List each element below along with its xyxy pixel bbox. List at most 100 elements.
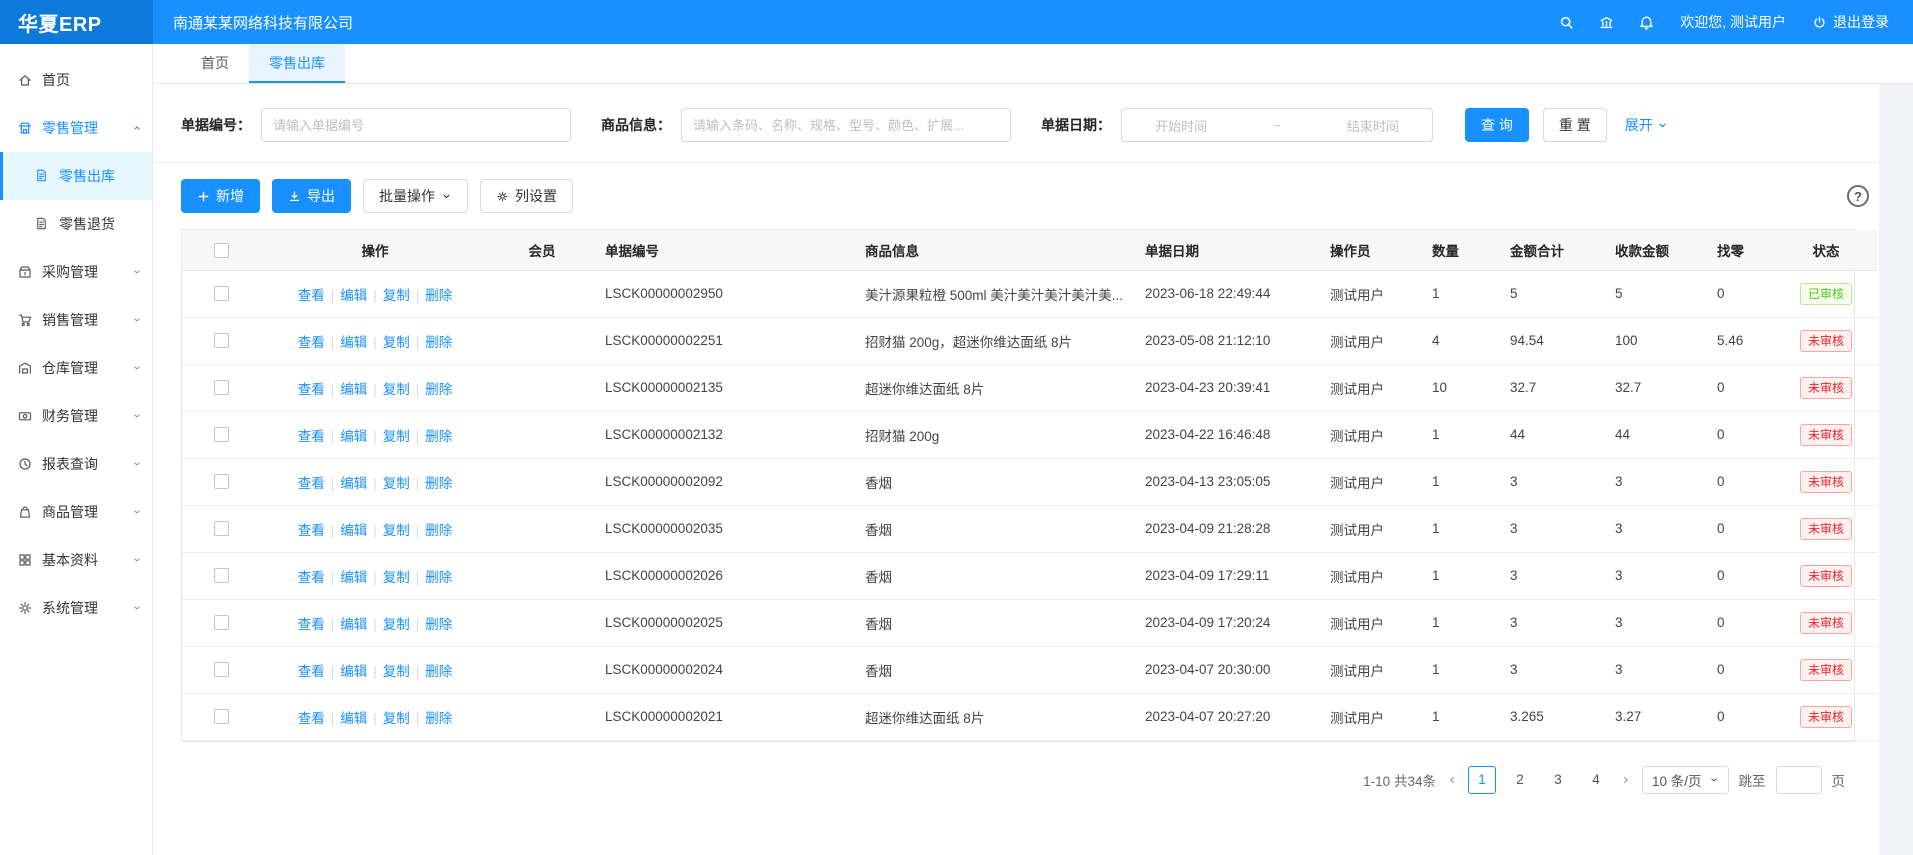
delete-link[interactable]: 删除 xyxy=(425,476,452,491)
sidebar-item-basic-data[interactable]: 基本资料 xyxy=(0,536,152,584)
edit-link[interactable]: 编辑 xyxy=(340,335,367,350)
batch-actions-button[interactable]: 批量操作 xyxy=(363,179,468,213)
logout-button[interactable]: 退出登录 xyxy=(1812,12,1889,32)
product-info-input[interactable] xyxy=(681,108,1011,142)
delete-link[interactable]: 删除 xyxy=(425,711,452,726)
jump-page-input[interactable] xyxy=(1776,766,1822,794)
delete-link[interactable]: 删除 xyxy=(425,382,452,397)
row-checkbox[interactable] xyxy=(214,474,229,489)
edit-link[interactable]: 编辑 xyxy=(340,429,367,444)
sidebar-item-home[interactable]: 首页 xyxy=(0,56,152,104)
edit-link[interactable]: 编辑 xyxy=(340,523,367,538)
table-row: 查看|编辑|复制|删除 LSCK00000002251 招财猫 200g，超迷你… xyxy=(182,317,1878,364)
view-link[interactable]: 查看 xyxy=(298,523,325,538)
view-link[interactable]: 查看 xyxy=(298,711,325,726)
row-checkbox[interactable] xyxy=(214,615,229,630)
expand-link[interactable]: 展开 xyxy=(1625,115,1668,135)
column-settings-button[interactable]: 列设置 xyxy=(480,179,573,213)
sidebar-item-purchase-management[interactable]: 采购管理 xyxy=(0,248,152,296)
page-button-1[interactable]: 1 xyxy=(1468,766,1496,794)
select-all-checkbox[interactable] xyxy=(214,243,229,258)
date-start-placeholder[interactable]: 开始时间 xyxy=(1155,116,1207,135)
row-checkbox[interactable] xyxy=(214,568,229,583)
sidebar-item-goods-management[interactable]: 商品管理 xyxy=(0,488,152,536)
edit-link[interactable]: 编辑 xyxy=(340,664,367,679)
row-checkbox[interactable] xyxy=(214,286,229,301)
add-button[interactable]: 新增 xyxy=(181,179,260,213)
edit-link[interactable]: 编辑 xyxy=(340,382,367,397)
platform-icon[interactable] xyxy=(1586,0,1626,44)
copy-link[interactable]: 复制 xyxy=(383,617,410,632)
sidebar-item-system-management[interactable]: 系统管理 xyxy=(0,584,152,632)
view-link[interactable]: 查看 xyxy=(298,335,325,350)
page-button-3[interactable]: 3 xyxy=(1544,766,1572,794)
prev-page-icon[interactable] xyxy=(1446,774,1458,786)
delete-link[interactable]: 删除 xyxy=(425,664,452,679)
page-button-4[interactable]: 4 xyxy=(1582,766,1610,794)
copy-link[interactable]: 复制 xyxy=(383,570,410,585)
action-separator: | xyxy=(373,335,377,350)
copy-link[interactable]: 复制 xyxy=(383,664,410,679)
row-checkbox[interactable] xyxy=(214,662,229,677)
date-end-placeholder[interactable]: 结束时间 xyxy=(1347,116,1399,135)
bell-icon[interactable] xyxy=(1626,0,1666,44)
search-icon[interactable] xyxy=(1546,0,1586,44)
delete-link[interactable]: 删除 xyxy=(425,570,452,585)
view-link[interactable]: 查看 xyxy=(298,570,325,585)
copy-link[interactable]: 复制 xyxy=(383,288,410,303)
edit-link[interactable]: 编辑 xyxy=(340,570,367,585)
date-range-picker[interactable]: 开始时间 ~ 结束时间 xyxy=(1121,108,1433,142)
copy-link[interactable]: 复制 xyxy=(383,523,410,538)
row-checkbox[interactable] xyxy=(214,427,229,442)
qty-cell: 4 xyxy=(1422,317,1500,364)
copy-link[interactable]: 复制 xyxy=(383,429,410,444)
delete-link[interactable]: 删除 xyxy=(425,523,452,538)
next-page-icon[interactable] xyxy=(1620,774,1632,786)
delete-link[interactable]: 删除 xyxy=(425,335,452,350)
row-checkbox[interactable] xyxy=(214,709,229,724)
change-cell: 0 xyxy=(1707,505,1774,552)
bill-no-input[interactable] xyxy=(261,108,571,142)
sidebar-item-sales-management[interactable]: 销售管理 xyxy=(0,296,152,344)
chevron-down-icon xyxy=(1709,775,1719,785)
delete-link[interactable]: 删除 xyxy=(425,288,452,303)
sidebar-item-report-query[interactable]: 报表查询 xyxy=(0,440,152,488)
view-link[interactable]: 查看 xyxy=(298,288,325,303)
view-link[interactable]: 查看 xyxy=(298,429,325,444)
action-separator: | xyxy=(416,617,420,632)
tab-home[interactable]: 首页 xyxy=(181,44,249,83)
export-button[interactable]: 导出 xyxy=(272,179,351,213)
sidebar-item-warehouse-management[interactable]: 仓库管理 xyxy=(0,344,152,392)
sidebar-item-retail-return[interactable]: 零售退货 xyxy=(0,200,152,248)
welcome-user[interactable]: 欢迎您, 测试用户 xyxy=(1680,12,1786,32)
copy-link[interactable]: 复制 xyxy=(383,335,410,350)
delete-link[interactable]: 删除 xyxy=(425,617,452,632)
view-link[interactable]: 查看 xyxy=(298,617,325,632)
operator-cell: 测试用户 xyxy=(1320,505,1422,552)
copy-link[interactable]: 复制 xyxy=(383,382,410,397)
row-checkbox[interactable] xyxy=(214,380,229,395)
delete-link[interactable]: 删除 xyxy=(425,429,452,444)
view-link[interactable]: 查看 xyxy=(298,476,325,491)
sidebar-item-finance-management[interactable]: 财务管理 xyxy=(0,392,152,440)
tab-retail-outbound[interactable]: 零售出库 xyxy=(249,44,345,83)
sidebar-item-retail-outbound[interactable]: 零售出库 xyxy=(0,152,152,200)
reset-button[interactable]: 重 置 xyxy=(1543,108,1607,142)
edit-link[interactable]: 编辑 xyxy=(340,476,367,491)
amount-cell: 32.7 xyxy=(1500,364,1605,411)
page-size-select[interactable]: 10 条/页 xyxy=(1642,766,1729,794)
help-icon[interactable]: ? xyxy=(1847,185,1869,207)
view-link[interactable]: 查看 xyxy=(298,664,325,679)
edit-link[interactable]: 编辑 xyxy=(340,617,367,632)
row-checkbox[interactable] xyxy=(214,333,229,348)
view-link[interactable]: 查看 xyxy=(298,382,325,397)
page-button-2[interactable]: 2 xyxy=(1506,766,1534,794)
row-checkbox[interactable] xyxy=(214,521,229,536)
search-button[interactable]: 查 询 xyxy=(1465,108,1529,142)
edit-link[interactable]: 编辑 xyxy=(340,711,367,726)
sidebar-item-retail-management[interactable]: 零售管理 xyxy=(0,104,152,152)
operator-cell: 测试用户 xyxy=(1320,552,1422,599)
edit-link[interactable]: 编辑 xyxy=(340,288,367,303)
copy-link[interactable]: 复制 xyxy=(383,476,410,491)
copy-link[interactable]: 复制 xyxy=(383,711,410,726)
